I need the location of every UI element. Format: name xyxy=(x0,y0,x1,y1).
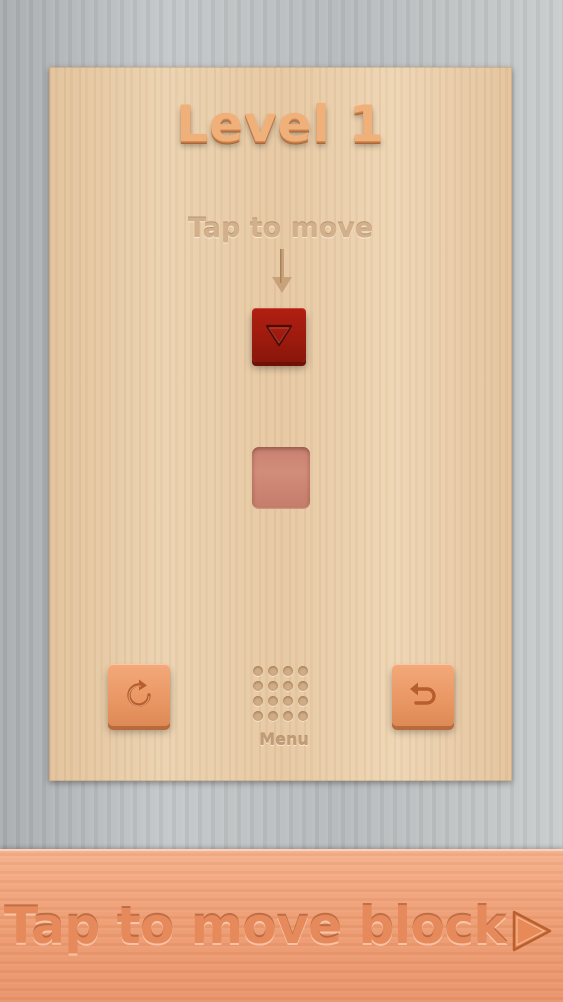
target-slot xyxy=(252,447,310,509)
restart-icon xyxy=(127,679,151,707)
arrow-down-icon xyxy=(272,249,292,293)
restart-button[interactable] xyxy=(108,664,170,726)
grid-dots-icon xyxy=(253,666,313,726)
play-arrow-icon[interactable] xyxy=(508,906,554,956)
undo-icon xyxy=(410,682,436,705)
menu-label: Menu xyxy=(259,730,309,749)
tap-to-move-hint: Tap to move xyxy=(187,213,374,244)
red-block[interactable] xyxy=(252,308,306,362)
menu-button[interactable]: Menu xyxy=(249,664,319,756)
banner-text: Tap to move block xyxy=(4,897,507,955)
level-title: Level 1 xyxy=(176,95,385,153)
undo-button[interactable] xyxy=(392,664,454,726)
game-board: Level 1 Tap to move Menu xyxy=(49,67,512,781)
triangle-down-icon xyxy=(265,324,293,347)
next-banner[interactable]: Tap to move block xyxy=(0,849,563,1002)
